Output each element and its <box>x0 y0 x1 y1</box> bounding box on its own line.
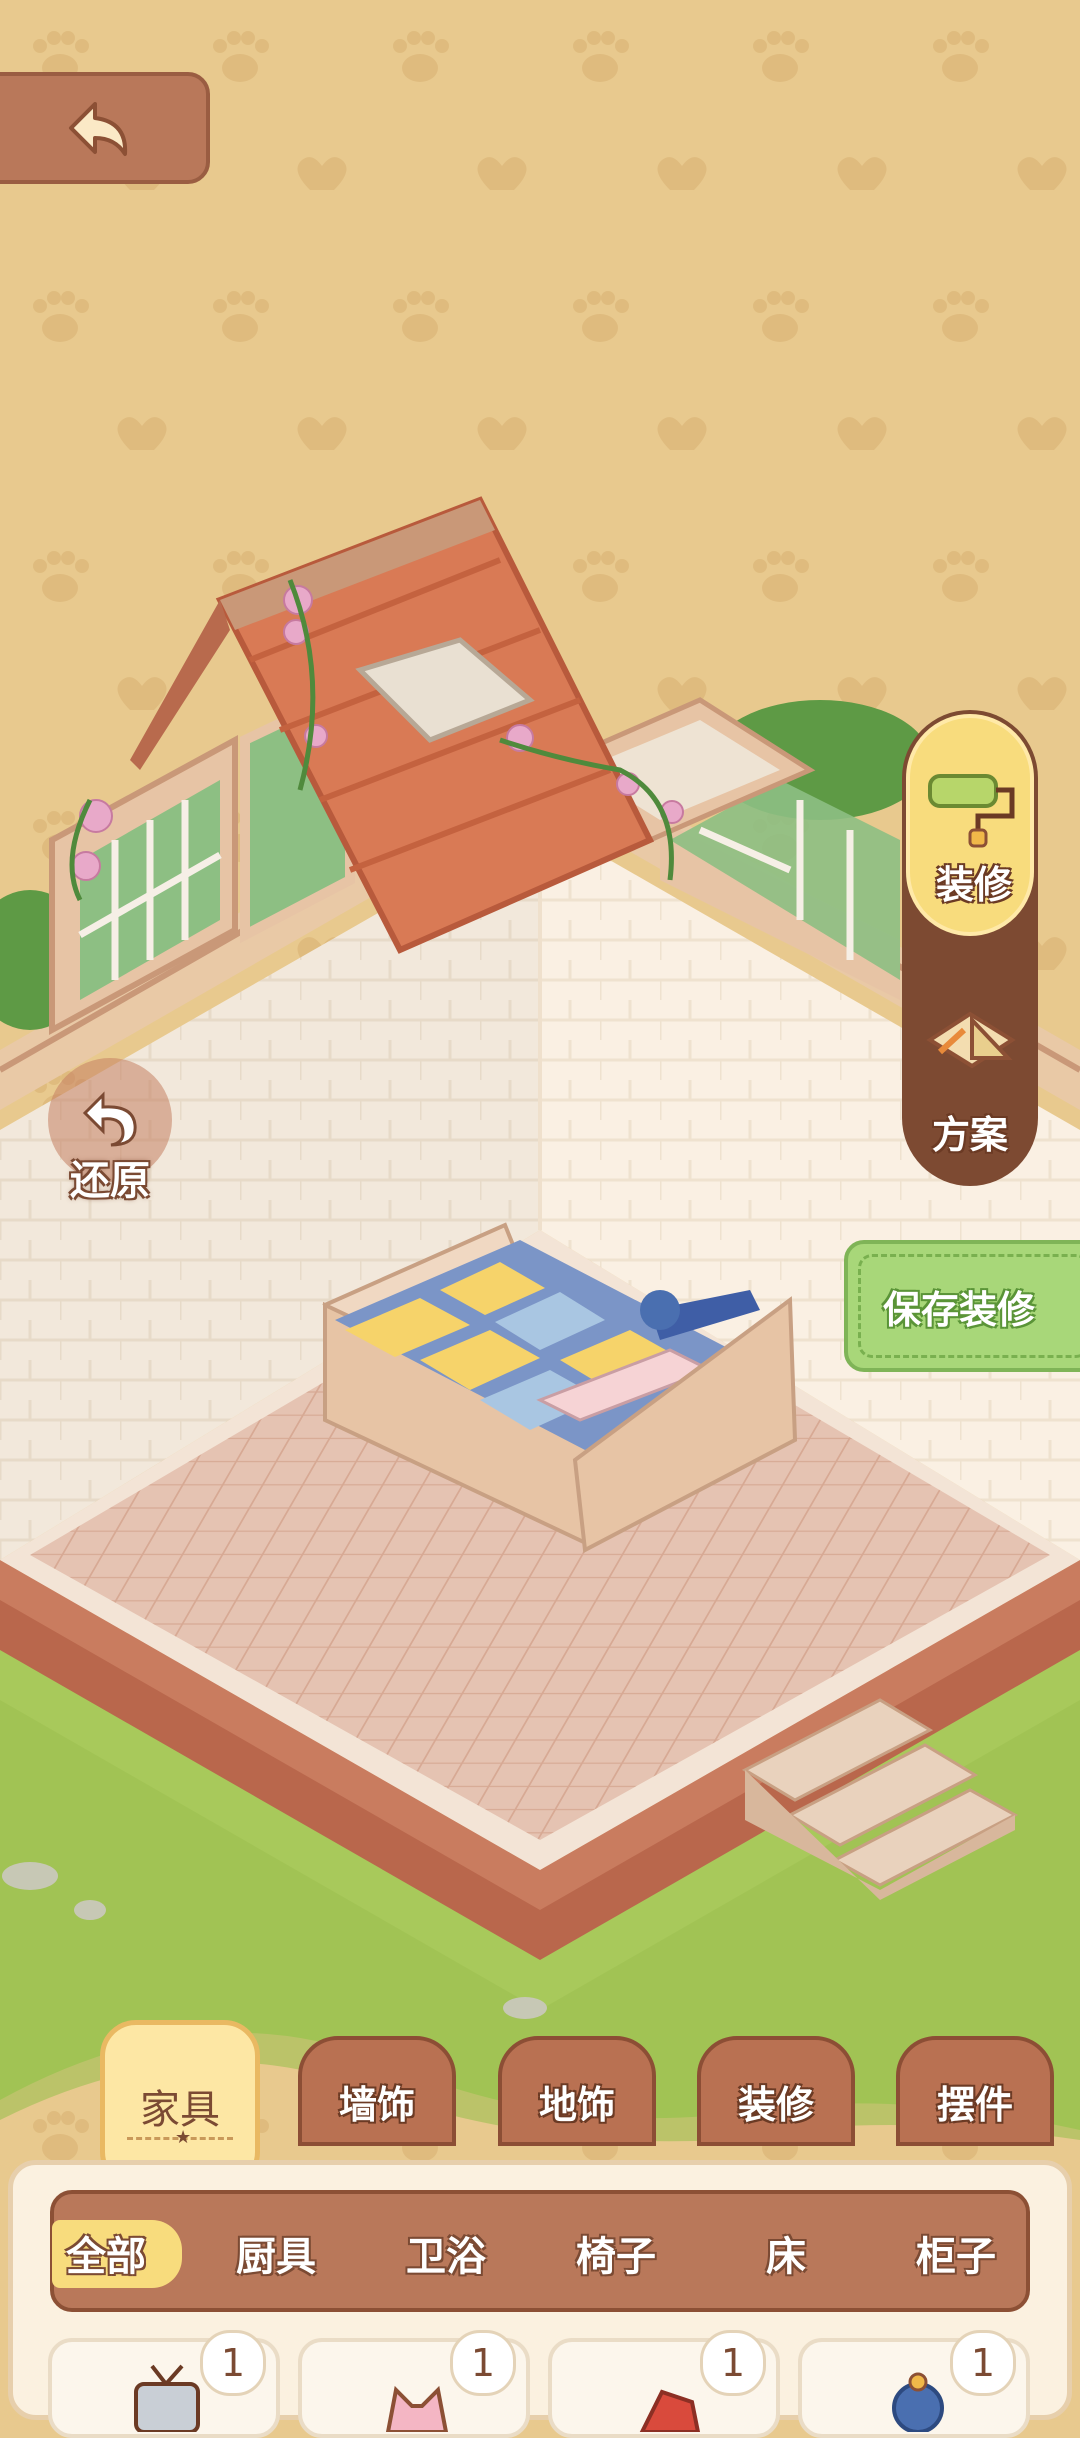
save-decoration-label: 保存装修 <box>858 1254 1080 1358</box>
tab-wall-decor-label: 墙饰 <box>338 2083 415 2127</box>
restore-label: 还原 <box>70 1158 150 1204</box>
subcategory-all[interactable]: 全部 <box>46 2224 166 2282</box>
plan-menu-label: 方案 <box>931 1113 1008 1157</box>
cat-ear-icon <box>385 2385 449 2432</box>
item-card[interactable]: 1 <box>798 2330 1030 2438</box>
subcategory-bar <box>50 2190 1030 2312</box>
back-button[interactable] <box>0 72 210 184</box>
tab-wall-decor[interactable]: 墙饰 <box>298 2036 456 2146</box>
red-item-icon <box>639 2389 701 2432</box>
subcategory-chairs[interactable]: 椅子 <box>556 2224 676 2282</box>
paint-roller-icon <box>928 774 1015 848</box>
subcategory-bathroom[interactable]: 卫浴 <box>386 2224 506 2282</box>
item-card[interactable]: 1 <box>298 2330 530 2438</box>
tab-ornaments[interactable]: 摆件 <box>896 2036 1054 2146</box>
back-arrow-icon <box>69 102 128 156</box>
save-decoration-button[interactable]: 保存装修 <box>844 1240 1080 1372</box>
tv-icon <box>134 2364 200 2432</box>
decorate-menu-button[interactable]: 装修 <box>906 714 1034 936</box>
subcategory-beds[interactable]: 床 <box>726 2224 846 2282</box>
star-icon: ★ <box>175 2127 192 2148</box>
undo-arrow-icon <box>82 1091 137 1147</box>
tab-ornaments-label: 摆件 <box>936 2083 1013 2127</box>
blueprint-icon <box>926 1011 1016 1069</box>
tab-renovation[interactable]: 装修 <box>697 2036 855 2146</box>
blue-item-icon <box>892 2372 944 2432</box>
tab-floor-decor-label: 地饰 <box>538 2083 615 2127</box>
plan-menu-button[interactable]: 方案 <box>906 950 1034 1170</box>
subcategory-kitchen[interactable]: 厨具 <box>216 2224 336 2282</box>
decorate-menu-label: 装修 <box>935 863 1012 907</box>
item-card[interactable]: 1 <box>548 2330 780 2438</box>
item-card[interactable]: 1 <box>48 2330 280 2438</box>
subcategory-cabinets[interactable]: 柜子 <box>896 2224 1016 2282</box>
tab-renovation-label: 装修 <box>737 2083 814 2127</box>
tab-floor-decor[interactable]: 地饰 <box>498 2036 656 2146</box>
